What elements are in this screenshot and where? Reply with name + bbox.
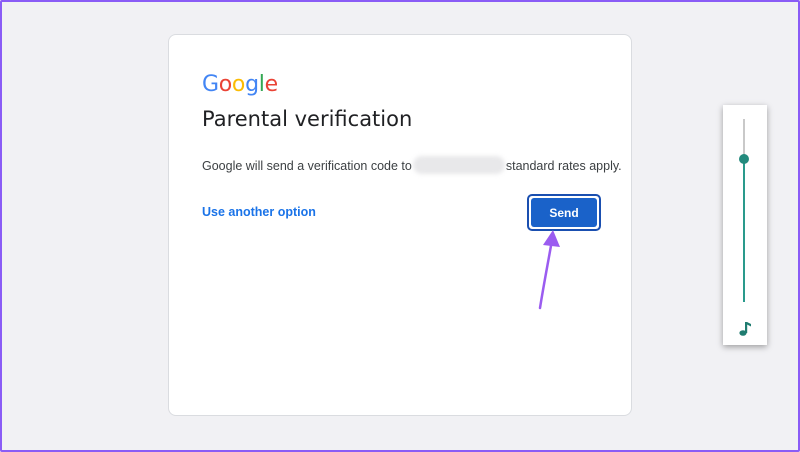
send-button[interactable]: Send [531,198,597,227]
highlight-arrow-icon [538,230,560,310]
page-title: Parental verification [202,107,413,131]
volume-slider-thumb[interactable] [739,154,749,165]
description-prefix: Google will send a verification code to [202,159,412,173]
verification-description: Google will send a verification code to s… [202,156,622,174]
volume-track-filled [743,159,745,302]
send-button-focus-ring: Send [527,194,601,231]
volume-track-empty [743,119,745,160]
verification-card: Google Parental verification Google will… [168,34,632,416]
google-logo: Google [202,72,278,97]
redacted-phone-number [412,156,505,174]
music-note-icon[interactable] [737,320,753,338]
description-suffix: standard rates apply. [505,159,622,173]
use-another-option-link[interactable]: Use another option [202,205,316,219]
volume-slider-panel [723,105,767,345]
